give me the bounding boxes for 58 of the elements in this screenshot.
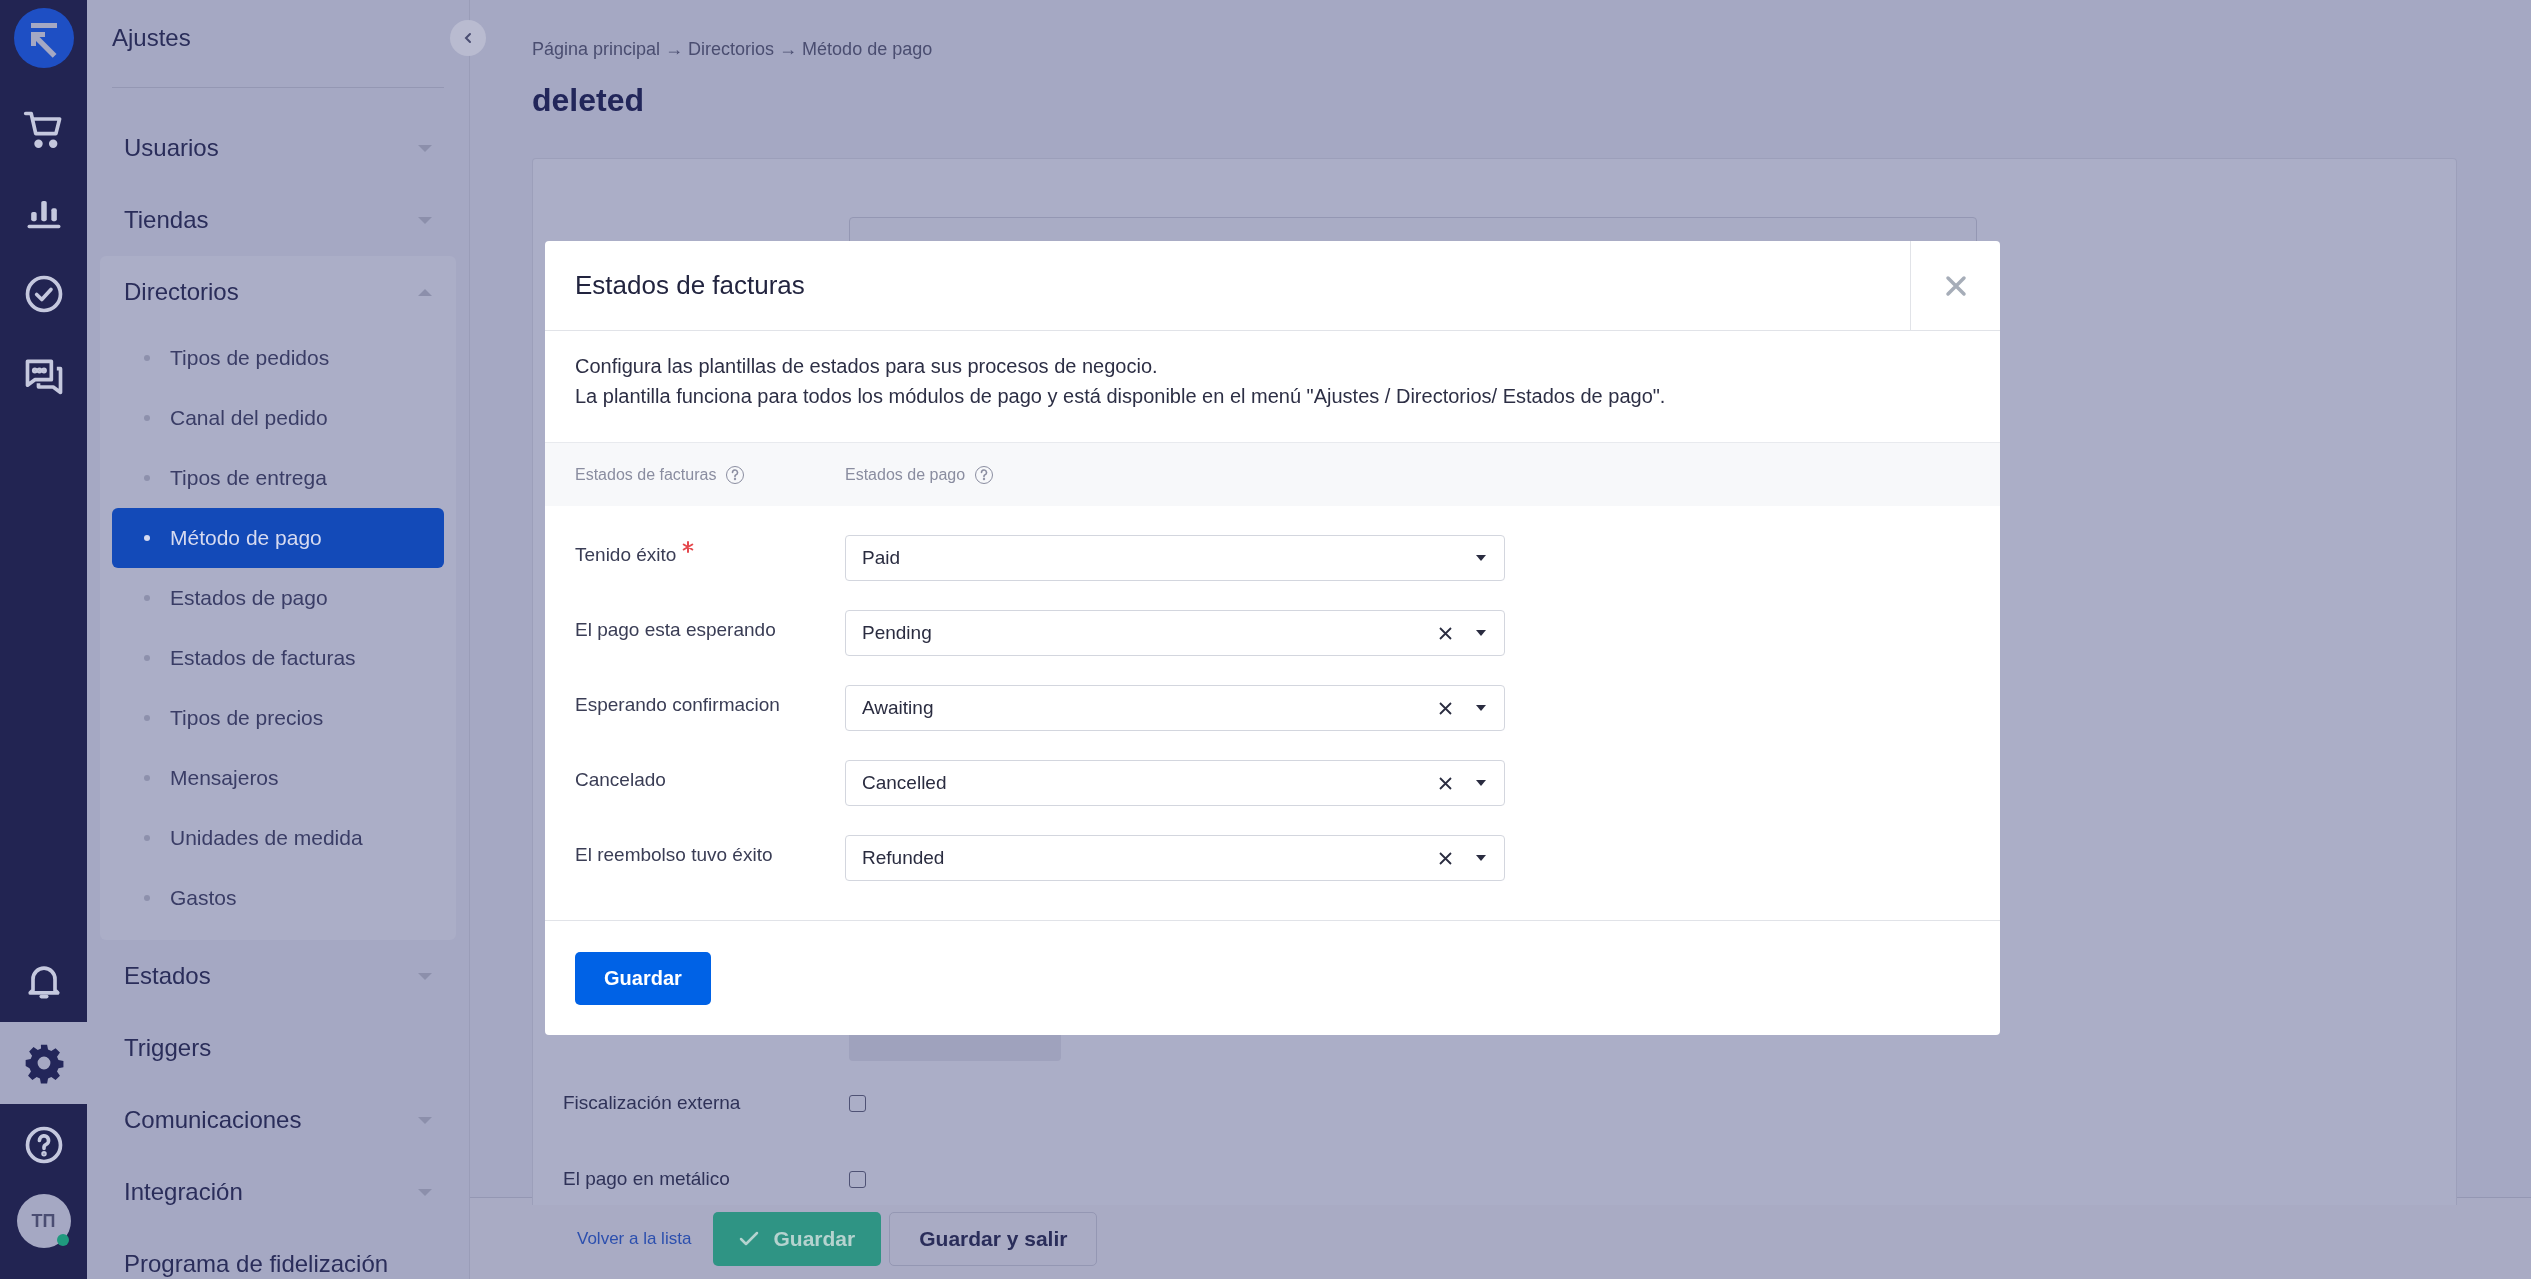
submenu-item[interactable]: Tipos de entrega bbox=[112, 448, 444, 508]
submenu-item[interactable]: Estados de facturas bbox=[112, 628, 444, 688]
save-and-exit-button[interactable]: Guardar y salir bbox=[889, 1211, 1098, 1266]
status-select[interactable]: Pending bbox=[845, 610, 1505, 656]
breadcrumb: Página principal → Directorios → Método de pago bbox=[532, 38, 934, 60]
submenu-item[interactable]: Tipos de pedidos bbox=[112, 328, 444, 388]
check-icon bbox=[739, 1230, 760, 1247]
sidebar-item[interactable]: Integración bbox=[124, 1174, 243, 1210]
back-to-list-link[interactable]: Volver a la lista bbox=[577, 1225, 692, 1252]
submenu-item[interactable]: Mensajeros bbox=[112, 748, 444, 808]
field-label: Esperando confirmacion bbox=[575, 693, 780, 717]
status-select[interactable]: Refunded bbox=[845, 835, 1505, 881]
sidebar-item[interactable]: Programa de fidelización bbox=[124, 1246, 389, 1279]
status-select[interactable]: Paid bbox=[845, 535, 1505, 581]
dropdown-caret-icon bbox=[1476, 780, 1486, 786]
status-select[interactable]: Cancelled bbox=[845, 760, 1505, 806]
sidebar-item[interactable]: Usuarios bbox=[124, 130, 219, 166]
clear-icon[interactable] bbox=[1439, 776, 1452, 790]
status-select[interactable]: Awaiting bbox=[845, 685, 1505, 731]
field-label: El pago en metálico bbox=[563, 1166, 731, 1191]
user-avatar[interactable]: ТП bbox=[16, 1194, 71, 1248]
sidebar-item[interactable]: Tiendas bbox=[124, 202, 209, 238]
submenu-item[interactable]: Canal del pedido bbox=[112, 388, 444, 448]
logo-icon[interactable] bbox=[13, 8, 74, 68]
sidebar-item[interactable]: Triggers bbox=[124, 1030, 212, 1066]
dropdown-caret-icon bbox=[1476, 855, 1486, 861]
close-icon bbox=[1944, 274, 1967, 297]
sidebar-item[interactable]: Estados bbox=[124, 958, 211, 994]
sidebar-item[interactable]: Comunicaciones bbox=[124, 1102, 302, 1138]
modal-title: Estados de facturas bbox=[575, 269, 805, 302]
clear-icon[interactable] bbox=[1439, 851, 1452, 865]
chevron-left-icon bbox=[462, 32, 474, 44]
submenu-item[interactable]: Estados de pago bbox=[112, 568, 444, 628]
clear-icon[interactable] bbox=[1439, 626, 1452, 640]
submenu-item[interactable]: Método de pago bbox=[112, 508, 444, 568]
checkbox[interactable] bbox=[849, 1170, 866, 1188]
description-text: Configura las plantillas de estados para sus procesos de negocio. bbox=[575, 354, 1159, 379]
column-header: Estados de facturas bbox=[575, 464, 717, 485]
description-text: La plantilla funciona para todos los módulos de pago y está disponible en el menú "Ajustes / Directorios/ Estados de pago". bbox=[575, 384, 1667, 409]
submenu-item[interactable]: Unidades de medida bbox=[112, 808, 444, 868]
dropdown-caret-icon bbox=[1476, 630, 1486, 636]
field-label: Cancelado bbox=[575, 768, 666, 792]
sidebar-title: Ajustes bbox=[112, 22, 191, 53]
field-label: El pago esta esperando bbox=[575, 618, 776, 642]
dropdown-caret-icon bbox=[1476, 555, 1486, 561]
submenu-item[interactable]: Gastos bbox=[112, 868, 444, 928]
dropdown-caret-icon bbox=[1476, 705, 1486, 711]
collapse-sidebar-button[interactable] bbox=[450, 20, 486, 56]
clear-icon[interactable] bbox=[1439, 701, 1452, 715]
sidebar-item[interactable]: Directorios bbox=[124, 274, 239, 310]
column-header: Estados de pago bbox=[845, 464, 966, 485]
checkbox[interactable] bbox=[849, 1094, 866, 1112]
field-label: Fiscalización externa bbox=[563, 1090, 742, 1115]
submenu-item[interactable]: Tipos de precios bbox=[112, 688, 444, 748]
field-label: Tenido éxito bbox=[575, 543, 677, 567]
page-title: deleted bbox=[532, 81, 646, 116]
save-button[interactable]: Guardar bbox=[575, 951, 711, 1005]
field-label: El reembolso tuvo éxito bbox=[575, 843, 773, 867]
